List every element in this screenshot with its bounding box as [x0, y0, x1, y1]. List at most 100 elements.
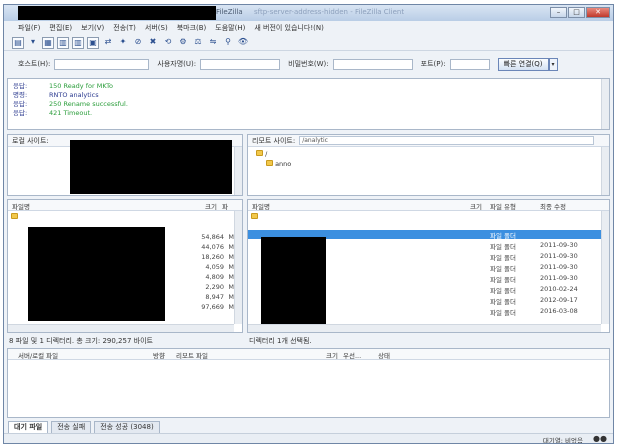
local-column-header: 파일명 크기 파: [8, 200, 242, 211]
table-row[interactable]: 44,076 M: [178, 243, 234, 252]
tab-queued-files[interactable]: 대기 파일: [8, 421, 49, 433]
column-status[interactable]: 상태: [378, 350, 390, 360]
menu-new-version[interactable]: 새 버전이 있습니다!(N): [254, 23, 323, 33]
remote-tree-root[interactable]: /: [256, 150, 267, 158]
title-bar: FileZilla sftp-server-address-hidden - F…: [4, 5, 613, 21]
local-list-hscrollbar[interactable]: [8, 324, 234, 332]
column-name[interactable]: 파일명: [252, 201, 270, 211]
transfer-queue: 서버/로컬 파일 방향 리모트 파일 크기 우선... 상태: [7, 348, 610, 418]
table-row[interactable]: 97,669 M: [178, 303, 234, 312]
local-list-scrollbar[interactable]: [234, 211, 242, 324]
refresh-icon[interactable]: ⇄: [102, 37, 114, 49]
log-line: 응답: 150 Ready for MKTo: [13, 82, 113, 90]
menu-server[interactable]: 서버(S): [145, 23, 168, 33]
filezilla-window: FileZilla sftp-server-address-hidden - F…: [3, 4, 614, 444]
menu-view[interactable]: 보기(V): [81, 23, 104, 33]
folder-icon: [251, 213, 258, 219]
remote-list-hscrollbar[interactable]: [248, 324, 601, 332]
pass-input[interactable]: [332, 58, 413, 70]
chevron-down-icon[interactable]: ▾: [27, 37, 39, 49]
table-row[interactable]: 8,947 M: [178, 293, 234, 302]
log-line: 명령: RNTO analytics: [13, 91, 99, 99]
transfer-queue-icon[interactable]: ▣: [87, 36, 99, 49]
column-size[interactable]: 크기: [326, 350, 338, 360]
column-size[interactable]: 크기: [470, 201, 482, 211]
cancel-icon[interactable]: ⊘: [132, 37, 144, 49]
window-title-blurred: sftp-server-address-hidden - FileZilla C…: [254, 8, 405, 16]
quickconnect-button[interactable]: 빠른 연결(Q): [497, 57, 549, 71]
pass-label: 비밀번호(W):: [288, 60, 329, 68]
table-row[interactable]: 4,059 M: [178, 263, 234, 272]
remote-site-label: 리모트 사이트:: [252, 136, 296, 145]
remote-tree-scrollbar[interactable]: [601, 147, 609, 195]
host-input[interactable]: [54, 58, 150, 70]
status-bar: 대기열: 비었음 ●●: [4, 433, 613, 443]
sync-browse-icon[interactable]: ⇋: [207, 37, 219, 49]
compare-icon[interactable]: ⚖: [192, 37, 204, 49]
port-input[interactable]: [449, 58, 490, 70]
log-line: 응답: 421 Timeout.: [13, 109, 93, 117]
local-status: 8 파일 및 1 디렉터리. 총 크기: 290,257 바이트: [9, 337, 153, 345]
message-log-icon[interactable]: ▦: [42, 36, 54, 49]
window-controls: – □ ✕: [550, 7, 610, 18]
folder-icon: [256, 150, 263, 156]
tab-failed-transfers[interactable]: 전송 실패: [51, 421, 92, 433]
redacted-local-files: [28, 227, 165, 321]
message-log: 응답: 150 Ready for MKTo 명령: RNTO analytic…: [7, 78, 610, 130]
menu-edit[interactable]: 편집(E): [49, 23, 72, 33]
port-label: 포트(P):: [420, 60, 446, 68]
menu-file[interactable]: 파일(F): [18, 23, 40, 33]
table-row[interactable]: 2,290 M: [178, 283, 234, 292]
quickconnect-bar: 호스트(H): 사용자명(U): 비밀번호(W): 포트(P): 빠른 연결(Q…: [4, 53, 613, 75]
table-row[interactable]: 4,809 M: [178, 273, 234, 282]
connection-indicator-icon: ●●: [593, 434, 607, 443]
search-icon[interactable]: ⚲: [222, 37, 234, 49]
column-size[interactable]: 크기: [205, 201, 217, 211]
user-input[interactable]: [200, 58, 281, 70]
menu-help[interactable]: 도움말(H): [215, 23, 245, 33]
parent-dir-row[interactable]: [251, 213, 258, 221]
site-manager-icon[interactable]: ▤: [12, 36, 24, 49]
remote-path-input[interactable]: /analytic: [299, 136, 595, 145]
log-scrollbar[interactable]: [601, 79, 609, 129]
binoculars-icon[interactable]: 👁: [237, 37, 249, 49]
toolbar: ▤ ▾ ▦ ▥ ▥ ▣ ⇄ ✦ ⊘ ✖ ⟲ ⚙ ⚖ ⇋ ⚲ 👁: [4, 35, 613, 51]
column-direction[interactable]: 방향: [153, 350, 165, 360]
column-server-file[interactable]: 서버/로컬 파일: [18, 350, 58, 360]
disconnect-icon[interactable]: ✖: [147, 37, 159, 49]
column-name[interactable]: 파일명: [12, 201, 30, 211]
parent-dir-row[interactable]: [11, 213, 18, 221]
remote-list-scrollbar[interactable]: [601, 211, 609, 324]
remote-status: 디렉터리 1개 선택됨.: [249, 337, 312, 345]
local-tree-icon[interactable]: ▥: [57, 36, 69, 49]
remote-tree-icon[interactable]: ▥: [72, 36, 84, 49]
remote-file-list: 파일명 크기 파일 유형 최종 수정 파일 폴더 파일 폴더 2011-09-30…: [247, 199, 610, 333]
remote-site-header: 리모트 사이트: /analytic: [248, 135, 609, 147]
local-site-label: 로컬 사이트:: [12, 136, 49, 145]
host-label: 호스트(H):: [18, 60, 51, 68]
column-type[interactable]: 파: [222, 201, 228, 211]
menu-transfer[interactable]: 전송(T): [113, 23, 136, 33]
column-priority[interactable]: 우선...: [343, 350, 361, 360]
folder-icon: [11, 213, 18, 219]
column-remote-file[interactable]: 리모트 파일: [176, 350, 208, 360]
column-modified[interactable]: 최종 수정: [540, 201, 566, 211]
filter-icon[interactable]: ⚙: [177, 37, 189, 49]
remote-column-header: 파일명 크기 파일 유형 최종 수정: [248, 200, 609, 211]
table-row[interactable]: 18,260 M: [178, 253, 234, 262]
local-tree-pane: 로컬 사이트:: [7, 134, 243, 196]
log-line: 응답: 250 Rename successful.: [13, 100, 128, 108]
tab-successful-transfers[interactable]: 전송 성공 (3048): [94, 421, 160, 433]
window-title: FileZilla: [216, 8, 243, 16]
close-button[interactable]: ✕: [586, 7, 610, 18]
process-queue-icon[interactable]: ✦: [117, 37, 129, 49]
table-row[interactable]: 54,864 M: [178, 233, 234, 242]
minimize-button[interactable]: –: [550, 7, 567, 18]
local-tree-scrollbar[interactable]: [234, 147, 242, 195]
remote-tree-item[interactable]: anno: [266, 160, 291, 168]
reconnect-icon[interactable]: ⟲: [162, 37, 174, 49]
quickconnect-history-dropdown[interactable]: ▾: [548, 57, 558, 71]
column-type[interactable]: 파일 유형: [490, 201, 516, 211]
menu-bookmarks[interactable]: 북마크(B): [177, 23, 207, 33]
maximize-button[interactable]: □: [568, 7, 585, 18]
